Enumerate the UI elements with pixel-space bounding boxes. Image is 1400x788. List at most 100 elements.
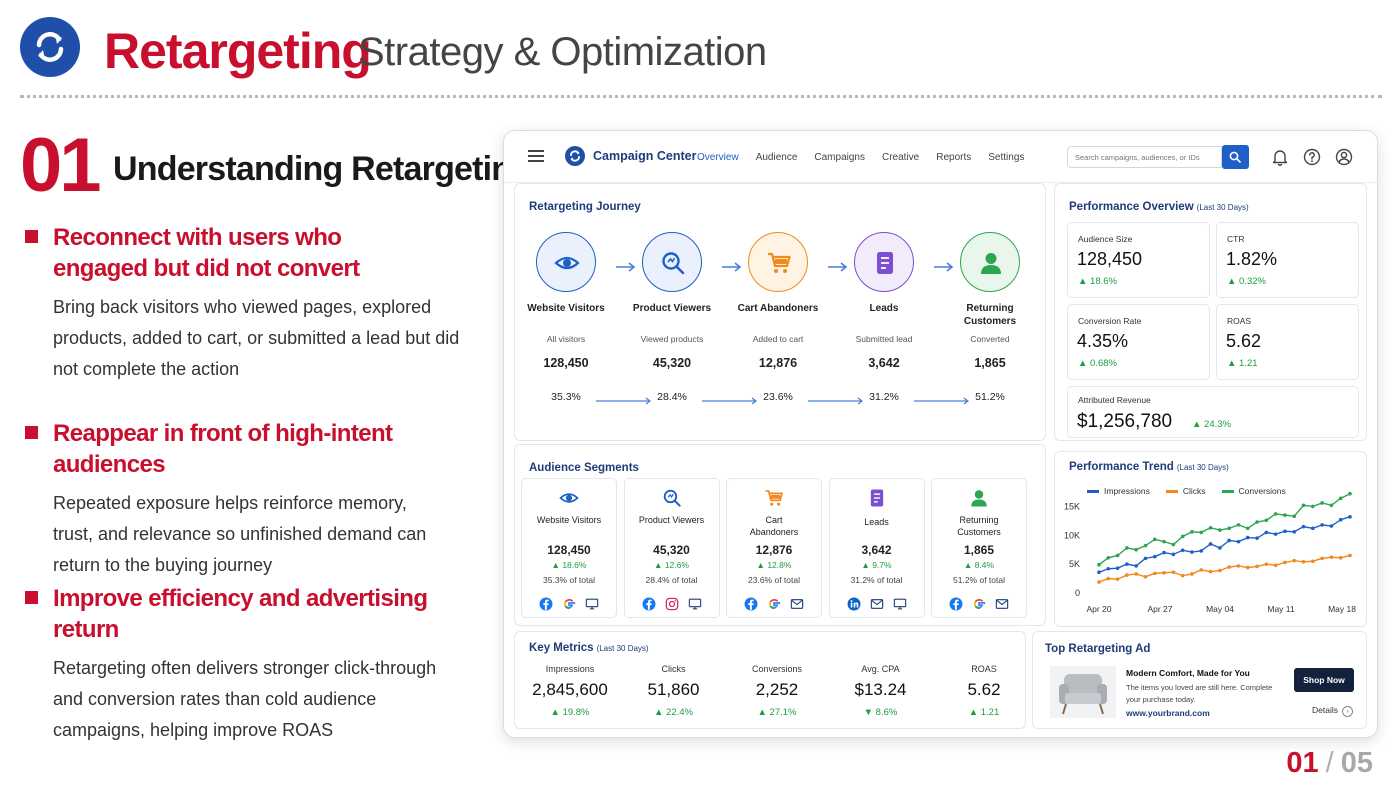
x-tick-label: May 11 bbox=[1267, 604, 1295, 614]
segment-card[interactable]: Leads 3,642 ▲ 9.7% 31.2% of total bbox=[828, 478, 925, 618]
data-point-conversions bbox=[1245, 526, 1250, 531]
bullet-heading: Reconnect with users who engaged but did… bbox=[53, 224, 360, 282]
magnifier-icon bbox=[663, 489, 681, 507]
metric-item[interactable]: Conversions 2,252 ▲ 27.1% bbox=[727, 664, 827, 718]
bell-icon[interactable] bbox=[1271, 148, 1289, 166]
journey-stage[interactable]: Product Viewers Viewed products 45,320 2… bbox=[627, 184, 717, 424]
segment-channels bbox=[727, 597, 821, 611]
segment-share: 28.4% of total bbox=[645, 575, 698, 585]
kpi-value: 1.82% bbox=[1226, 249, 1278, 269]
cart-icon bbox=[768, 252, 791, 273]
metric-item[interactable]: Impressions 2,845,600 ▲ 19.8% bbox=[520, 664, 620, 718]
stage-label: Product Viewers bbox=[632, 303, 712, 314]
data-point-clicks bbox=[1171, 570, 1176, 575]
data-point-clicks bbox=[1143, 575, 1148, 579]
kpi-delta: ▲ 0.32% bbox=[1227, 276, 1266, 287]
tab-settings[interactable]: Settings bbox=[988, 152, 1024, 163]
metric-delta: ▼ 8.6% bbox=[863, 707, 898, 718]
google-icon bbox=[769, 599, 781, 609]
search-icon bbox=[1229, 151, 1241, 163]
kpi-audience-size[interactable]: Audience Size 128,450 ▲ 18.6% bbox=[1067, 222, 1210, 298]
data-point-conversions bbox=[1264, 518, 1269, 523]
display-icon bbox=[688, 598, 701, 610]
kpi-label: Conversion Rate bbox=[1078, 316, 1142, 326]
magnifier-icon bbox=[662, 252, 685, 275]
tab-audience[interactable]: Audience bbox=[756, 152, 798, 163]
metric-label: Avg. CPA bbox=[861, 664, 900, 674]
account-icon[interactable] bbox=[1335, 148, 1353, 166]
journey-stage[interactable]: Website Visitors All visitors 128,450 35… bbox=[521, 184, 611, 424]
retargeting-journey-panel: Retargeting Journey Website Visitors All… bbox=[514, 183, 1046, 441]
segment-label: Cart Abandoners bbox=[749, 515, 799, 537]
details-link[interactable]: Details › bbox=[1312, 705, 1353, 717]
ad-body: The items you loved are still here. Comp… bbox=[1126, 683, 1273, 704]
data-point-conversions bbox=[1301, 503, 1306, 508]
search-input[interactable] bbox=[1067, 146, 1222, 168]
segment-card[interactable]: Website Visitors 128,450 ▲ 18.6% 35.3% o… bbox=[521, 478, 617, 618]
tab-campaigns[interactable]: Campaigns bbox=[814, 152, 865, 163]
data-point-clicks bbox=[1329, 555, 1334, 560]
journey-stage[interactable]: Cart Abandoners Added to cart 12,876 23.… bbox=[733, 184, 823, 424]
journey-stage[interactable]: Returning Customers Converted 1,865 51.2… bbox=[945, 184, 1035, 424]
segment-share: 35.3% of total bbox=[543, 575, 595, 585]
kpi-roas[interactable]: ROAS 5.62 ▲ 1.21 bbox=[1216, 304, 1359, 380]
search-button[interactable] bbox=[1222, 145, 1249, 169]
data-point-conversions bbox=[1199, 530, 1204, 535]
tab-overview[interactable]: Overview bbox=[695, 152, 741, 184]
data-point-impressions bbox=[1273, 532, 1278, 536]
journey-stage[interactable]: Leads Submitted lead 3,642 31.2% bbox=[839, 184, 929, 424]
kpi-label: Attributed Revenue bbox=[1078, 395, 1151, 405]
metric-value: $13.24 bbox=[854, 680, 907, 699]
facebook-icon bbox=[744, 597, 758, 611]
segment-delta: ▲ 8.4% bbox=[963, 560, 995, 570]
details-label: Details bbox=[1312, 705, 1338, 715]
data-point-clicks bbox=[1115, 577, 1120, 581]
header-divider bbox=[20, 95, 1382, 98]
help-icon[interactable] bbox=[1303, 148, 1321, 166]
segment-icon bbox=[662, 488, 682, 513]
stage-description: Submitted lead bbox=[855, 334, 913, 344]
metric-item[interactable]: ROAS 5.62 ▲ 1.21 bbox=[934, 664, 1034, 718]
data-point-impressions bbox=[1152, 554, 1157, 559]
ad-url[interactable]: www.yourbrand.com bbox=[1126, 708, 1210, 718]
segment-card[interactable]: Returning Customers 1,865 ▲ 8.4% 51.2% o… bbox=[931, 478, 1027, 618]
kpi-ctr[interactable]: CTR 1.82% ▲ 0.32% bbox=[1216, 222, 1359, 298]
page-counter: 01/05 bbox=[1286, 747, 1373, 780]
data-point-clicks bbox=[1162, 571, 1166, 575]
data-point-clicks bbox=[1320, 556, 1324, 561]
data-point-impressions bbox=[1190, 550, 1194, 554]
data-point-impressions bbox=[1125, 562, 1129, 566]
tab-creative[interactable]: Creative bbox=[882, 152, 919, 163]
kpi-attributed-revenue[interactable]: Attributed Revenue $1,256,780 ▲ 24.3% bbox=[1067, 386, 1359, 438]
metric-item[interactable]: Clicks 51,860 ▲ 22.4% bbox=[624, 664, 724, 718]
linkedin-icon bbox=[847, 597, 860, 611]
segment-value: 3,642 bbox=[861, 543, 892, 557]
kpi-conversion-rate[interactable]: Conversion Rate 4.35% ▲ 0.68% bbox=[1067, 304, 1210, 380]
metric-value: 2,845,600 bbox=[532, 680, 608, 699]
segment-card[interactable]: Product Viewers 45,320 ▲ 12.6% 28.4% of … bbox=[623, 478, 720, 618]
user-icon bbox=[971, 490, 987, 507]
tab-reports[interactable]: Reports bbox=[936, 152, 971, 163]
kpi-value: 5.62 bbox=[1226, 331, 1262, 351]
segment-card[interactable]: Cart Abandoners 12,876 ▲ 12.8% 23.6% of … bbox=[726, 478, 822, 618]
data-point-impressions bbox=[1162, 550, 1166, 555]
menu-icon[interactable] bbox=[528, 150, 544, 162]
email-icon bbox=[870, 599, 883, 609]
shop-now-button[interactable]: Shop Now bbox=[1294, 668, 1354, 692]
data-point-conversions bbox=[1171, 542, 1176, 547]
stage-icon-circle bbox=[642, 232, 702, 292]
data-point-clicks bbox=[1348, 553, 1352, 558]
data-point-impressions bbox=[1292, 530, 1297, 534]
kpi-value: 4.35% bbox=[1077, 331, 1129, 351]
metric-item[interactable]: Avg. CPA $13.24 ▼ 8.6% bbox=[831, 664, 931, 718]
metric-delta: ▲ 27.1% bbox=[757, 707, 797, 718]
segment-channels bbox=[625, 597, 719, 611]
segment-share: 51.2% of total bbox=[953, 575, 1005, 585]
data-point-conversions bbox=[1283, 513, 1287, 517]
stage-label: Website Visitors bbox=[527, 303, 605, 314]
page-separator: / bbox=[1325, 747, 1334, 779]
facebook-icon bbox=[642, 597, 655, 611]
data-point-conversions bbox=[1152, 537, 1157, 542]
stage-description: Converted bbox=[970, 334, 1010, 344]
segment-share: 23.6% of total bbox=[748, 575, 800, 585]
